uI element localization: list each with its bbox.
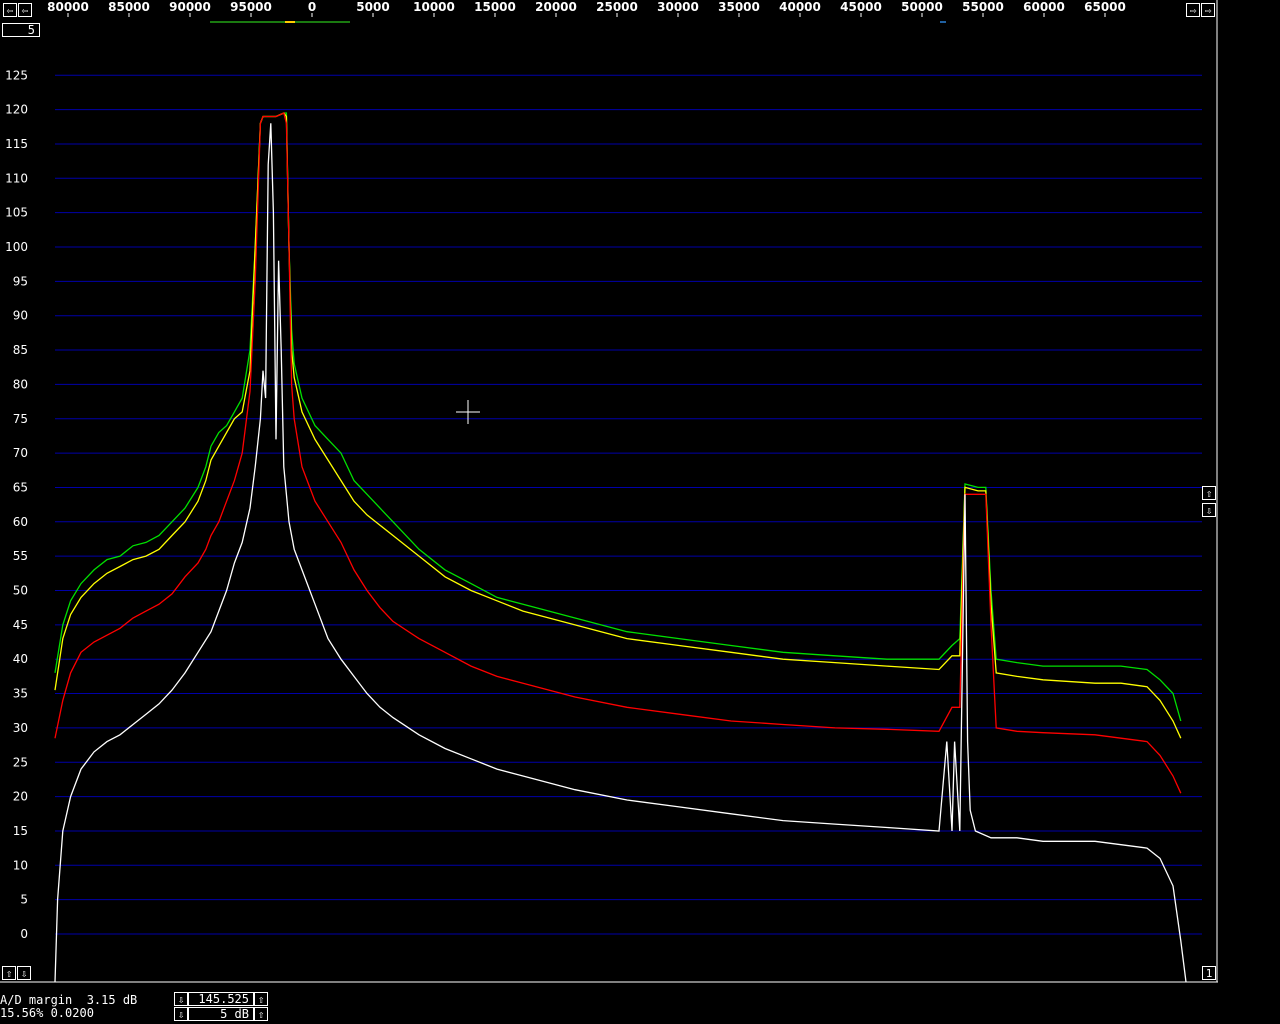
y-tick-label: 10 (13, 858, 28, 872)
waterfall-secondary-marker (940, 21, 946, 23)
y-tick-label: 40 (13, 652, 28, 666)
y-tick-label: 100 (5, 240, 28, 254)
frequency-field[interactable]: 145.525 (188, 992, 254, 1006)
waterfall-peak-marker (285, 21, 295, 23)
spectrum-series-line (54, 123, 1187, 983)
x-tick-label: 85000 (108, 0, 150, 14)
y-tick-label: 120 (5, 103, 28, 117)
y-tick-label: 75 (13, 412, 28, 426)
y-tick-label: 125 (5, 68, 28, 82)
y-tick-label: 20 (13, 790, 28, 804)
x-tick-label: 10000 (413, 0, 455, 14)
grid-lines (55, 74, 1202, 935)
y-tick-label: 85 (13, 343, 28, 357)
x-tick-label: 35000 (718, 0, 760, 14)
x-tick-label: 45000 (840, 0, 882, 14)
y-tick-label: 70 (13, 446, 28, 460)
freq-down-button[interactable]: ⇩ (174, 992, 188, 1006)
db-step-down-button[interactable]: ⇩ (174, 1007, 188, 1021)
x-tick-label: 20000 (535, 0, 577, 14)
waterfall-setting-field[interactable]: 5 (2, 23, 40, 37)
y-tick-label: 115 (5, 137, 28, 151)
y-tick-label: 5 (20, 893, 28, 907)
y-tick-label: 65 (13, 480, 28, 494)
y-tick-label: 25 (13, 755, 28, 769)
scroll-right-button[interactable]: ⇨ (1186, 3, 1200, 17)
y-tick-label: 35 (13, 687, 28, 701)
freq-up-button[interactable]: ⇧ (254, 992, 268, 1006)
stats-readout: 15.56% 0.0200 (0, 1006, 94, 1020)
y-tick-label: 55 (13, 549, 28, 563)
waterfall-signal-band (210, 21, 350, 23)
x-tick-label: 95000 (230, 0, 272, 14)
y-tick-label: 105 (5, 206, 28, 220)
x-tick-label: 0 (308, 0, 316, 14)
spectrum-series-line (54, 112, 1182, 722)
y-tick-label: 15 (13, 824, 28, 838)
x-tick-label: 80000 (47, 0, 89, 14)
x-tick-label: 90000 (169, 0, 211, 14)
scroll-left-fast-button[interactable]: ⇦ (18, 3, 32, 17)
x-tick-label: 15000 (474, 0, 516, 14)
spectrum-series-line (54, 112, 1182, 739)
gain-down-button[interactable]: ⇩ (1202, 503, 1216, 517)
y-tick-label: 95 (13, 274, 28, 288)
y-axis-labels: 0 5 10 15 20 25 30 35 40 45 50 55 60 65 70 75 80 85 90 95 10… (5, 68, 28, 941)
y-tick-label: 80 (13, 377, 28, 391)
spectrum-display: 0510152025303540455055606570758085909510… (0, 0, 1218, 983)
x-axis-labels: 80000 85000 90000 95000 0 5000 10000 15000 20000… (47, 0, 1126, 17)
zoom-down-button[interactable]: ⇩ (17, 966, 31, 980)
x-tick-label: 65000 (1084, 0, 1126, 14)
x-tick-label: 60000 (1023, 0, 1065, 14)
spectrum-series (54, 112, 1187, 983)
y-tick-label: 50 (13, 584, 28, 598)
x-tick-label: 50000 (901, 0, 943, 14)
gain-up-button[interactable]: ⇧ (1202, 486, 1216, 500)
db-step-up-button[interactable]: ⇧ (254, 1007, 268, 1021)
y-tick-label: 90 (13, 309, 28, 323)
x-tick-label: 25000 (596, 0, 638, 14)
x-tick-label: 40000 (779, 0, 821, 14)
y-tick-label: 30 (13, 721, 28, 735)
x-tick-label: 55000 (962, 0, 1004, 14)
x-tick-label: 5000 (356, 0, 389, 14)
y-tick-label: 0 (20, 927, 28, 941)
y-tick-label: 60 (13, 515, 28, 529)
scroll-left-button[interactable]: ⇦ (3, 3, 17, 17)
y-tick-label: 110 (5, 171, 28, 185)
db-step-field[interactable]: 5 dB (188, 1007, 254, 1021)
crosshair-cursor (456, 400, 480, 424)
y-tick-label: 45 (13, 618, 28, 632)
right-corner-field[interactable]: 1 (1202, 966, 1216, 980)
zoom-up-button[interactable]: ⇧ (2, 966, 16, 980)
x-tick-label: 30000 (657, 0, 699, 14)
scroll-right-fast-button[interactable]: ⇨ (1201, 3, 1215, 17)
